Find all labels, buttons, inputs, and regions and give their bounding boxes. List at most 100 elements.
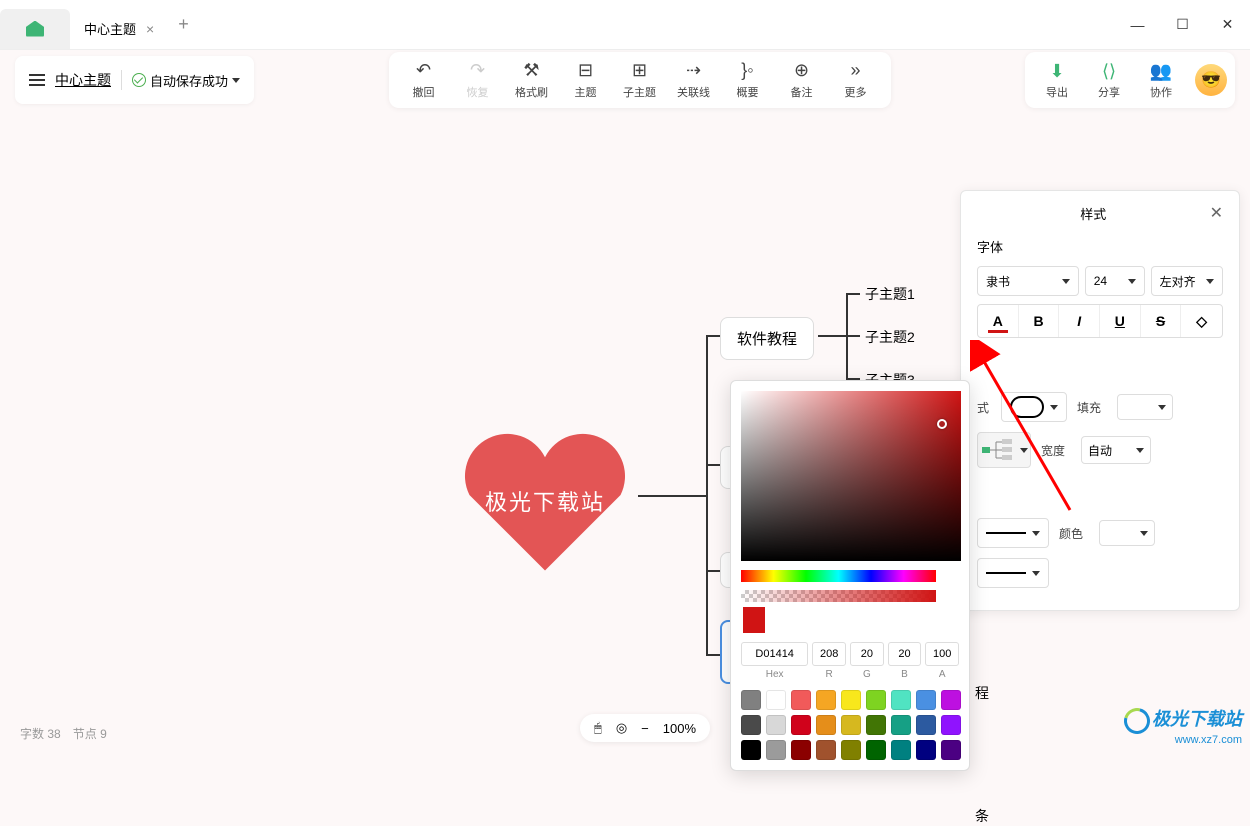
subtopic-button[interactable]: ⊞子主题: [613, 55, 667, 105]
color-swatch[interactable]: [741, 740, 761, 760]
color-swatch[interactable]: [916, 715, 936, 735]
home-tab[interactable]: [0, 9, 70, 49]
color-swatch[interactable]: [891, 715, 911, 735]
share-button[interactable]: ⟨⟩分享: [1085, 61, 1133, 100]
zoom-level: 100%: [663, 721, 696, 736]
document-tab[interactable]: 中心主题 ×: [70, 9, 168, 49]
color-swatch[interactable]: [741, 715, 761, 735]
relation-icon: ⇢: [686, 60, 701, 81]
color-swatch[interactable]: [866, 740, 886, 760]
line-style-select[interactable]: [977, 518, 1049, 548]
undo-icon: ↶: [416, 60, 431, 81]
hex-input[interactable]: [741, 642, 808, 666]
undo-button[interactable]: ↶撤回: [397, 55, 451, 105]
a-input[interactable]: [925, 642, 959, 666]
font-family-select[interactable]: 隶书: [977, 266, 1079, 296]
color-swatch[interactable]: [791, 690, 811, 710]
bold-button[interactable]: B: [1019, 305, 1060, 337]
more-button[interactable]: »更多: [829, 55, 883, 105]
leaf-node[interactable]: 子主题1: [865, 284, 915, 304]
note-button[interactable]: ⊕备注: [775, 55, 829, 105]
color-swatch[interactable]: [941, 690, 961, 710]
chevron-down-icon: [1062, 279, 1070, 284]
color-swatch[interactable]: [916, 690, 936, 710]
target-icon[interactable]: ◎: [616, 720, 627, 736]
strikethrough-button[interactable]: S: [1141, 305, 1182, 337]
color-swatch[interactable]: [791, 715, 811, 735]
color-swatch[interactable]: [841, 715, 861, 735]
redo-button[interactable]: ↷恢复: [451, 55, 505, 105]
main-toolbar: ↶撤回 ↷恢复 ⚒格式刷 ⊟主题 ⊞子主题 ⇢关联线 }◦概要 ⊕备注 »更多: [389, 52, 891, 108]
avatar[interactable]: 😎: [1195, 64, 1227, 96]
status-bar: 字数 38 节点 9: [20, 725, 107, 742]
saturation-field[interactable]: [741, 391, 961, 561]
b-input[interactable]: [888, 642, 922, 666]
color-swatch[interactable]: [916, 740, 936, 760]
color-cursor[interactable]: [937, 419, 947, 429]
close-icon[interactable]: ×: [146, 21, 154, 37]
hue-slider[interactable]: [741, 570, 936, 582]
menu-icon[interactable]: [29, 74, 45, 86]
topic-icon: ⊟: [578, 60, 593, 81]
color-swatch[interactable]: [816, 690, 836, 710]
line-color-button[interactable]: [1099, 520, 1155, 546]
width-select[interactable]: 自动: [1081, 436, 1151, 464]
underline-button[interactable]: U: [1100, 305, 1141, 337]
align-select[interactable]: 左对齐: [1151, 266, 1223, 296]
check-icon: [132, 73, 146, 87]
color-swatch[interactable]: [816, 740, 836, 760]
color-swatch[interactable]: [941, 715, 961, 735]
g-input[interactable]: [850, 642, 884, 666]
connector: [638, 495, 708, 497]
color-swatch[interactable]: [866, 690, 886, 710]
home-icon: [26, 21, 44, 37]
branch-node[interactable]: 软件教程: [720, 317, 814, 360]
topic-button[interactable]: ⊟主题: [559, 55, 613, 105]
color-swatch[interactable]: [866, 715, 886, 735]
fill-color-button[interactable]: [1117, 394, 1173, 420]
maximize-button[interactable]: ☐: [1160, 0, 1205, 50]
line-style-select-2[interactable]: [977, 558, 1049, 588]
color-swatch[interactable]: [816, 715, 836, 735]
format-brush-button[interactable]: ⚒格式刷: [505, 55, 559, 105]
color-swatch[interactable]: [791, 740, 811, 760]
export-button[interactable]: ⬇导出: [1033, 61, 1081, 100]
leaf-node[interactable]: 子主题2: [865, 327, 915, 347]
alpha-slider[interactable]: [741, 590, 936, 602]
color-swatch[interactable]: [841, 690, 861, 710]
redo-icon: ↷: [470, 60, 485, 81]
close-button[interactable]: ✕: [1205, 0, 1250, 50]
doc-title[interactable]: 中心主题: [55, 70, 111, 90]
color-swatch[interactable]: [841, 740, 861, 760]
summary-button[interactable]: }◦概要: [721, 55, 775, 105]
mouse-icon[interactable]: 🖱: [594, 720, 602, 736]
color-swatch[interactable]: [891, 690, 911, 710]
chevron-down-icon: [1050, 405, 1058, 410]
color-swatch[interactable]: [891, 740, 911, 760]
font-size-select[interactable]: 24: [1085, 266, 1145, 296]
center-node[interactable]: 极光下载站: [450, 410, 640, 580]
chevron-down-icon: [1140, 531, 1148, 536]
save-status[interactable]: 自动保存成功: [132, 71, 240, 90]
structure-select[interactable]: [977, 432, 1031, 468]
collab-icon: 👥: [1150, 61, 1172, 82]
zoom-out-button[interactable]: −: [641, 721, 649, 736]
r-input[interactable]: [812, 642, 846, 666]
color-swatch[interactable]: [741, 690, 761, 710]
color-swatch[interactable]: [941, 740, 961, 760]
shape-select[interactable]: [1001, 392, 1067, 422]
collab-button[interactable]: 👥协作: [1137, 61, 1185, 100]
color-swatch[interactable]: [766, 715, 786, 735]
font-color-button[interactable]: A: [978, 305, 1019, 337]
font-section-label: 字体: [977, 237, 1223, 256]
clear-format-button[interactable]: ◇: [1181, 305, 1222, 337]
add-tab-button[interactable]: +: [168, 14, 199, 35]
color-swatch[interactable]: [766, 690, 786, 710]
italic-button[interactable]: I: [1059, 305, 1100, 337]
brush-icon: ⚒: [523, 60, 539, 81]
minimize-button[interactable]: —: [1115, 0, 1160, 50]
close-icon[interactable]: ✕: [1210, 203, 1223, 223]
color-swatch[interactable]: [766, 740, 786, 760]
chevron-down-icon: [1158, 405, 1166, 410]
relation-button[interactable]: ⇢关联线: [667, 55, 721, 105]
